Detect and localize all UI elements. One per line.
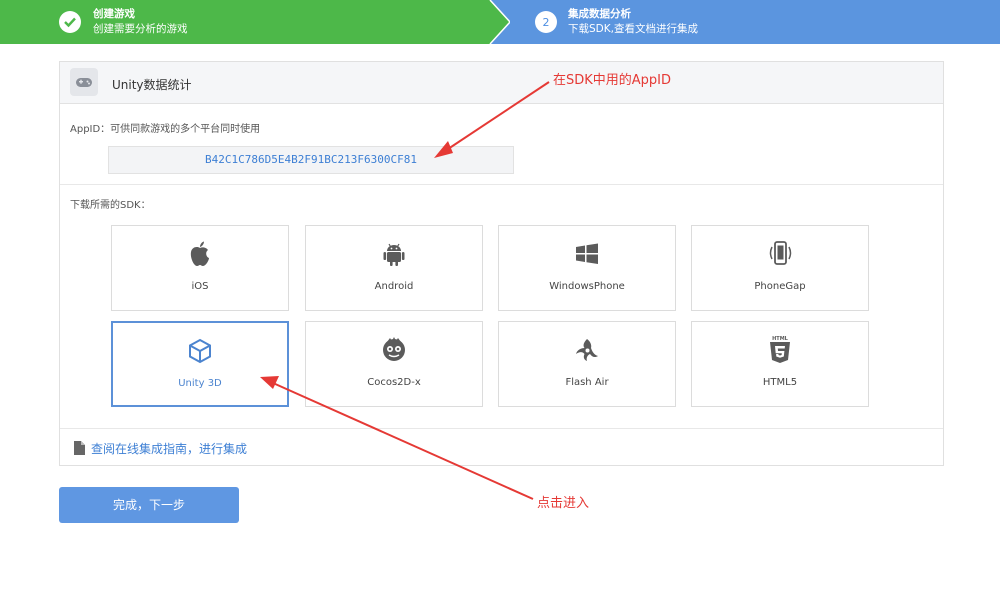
android-icon — [306, 238, 482, 270]
sdk-tile-label: Cocos2D-x — [367, 377, 421, 388]
document-icon — [74, 440, 85, 459]
appid-label: AppID：可供同款游戏的多个平台同时使用 — [70, 124, 261, 135]
step-1-text: 创建游戏 创建需要分析的游戏 — [93, 7, 188, 37]
sdk-tile-html5[interactable]: HTML HTML5 — [691, 321, 869, 407]
phonegap-icon — [692, 238, 868, 270]
sdk-tile-cocos2dx[interactable]: Cocos2D-x — [305, 321, 483, 407]
sdk-tile-phonegap[interactable]: PhoneGap — [691, 225, 869, 311]
windows-icon — [499, 238, 675, 270]
click-annotation: 点击进入 — [537, 496, 590, 511]
card-header: Unity数据统计 — [60, 62, 943, 104]
sdk-tile-unity3d[interactable]: Unity 3D — [111, 321, 289, 407]
sdk-tile-android[interactable]: Android — [305, 225, 483, 311]
step-1-subtitle: 创建需要分析的游戏 — [93, 23, 188, 35]
unity-icon — [113, 335, 287, 367]
step-complete-check-icon — [59, 11, 81, 33]
sdk-tile-windowsphone[interactable]: WindowsPhone — [498, 225, 676, 311]
apple-icon — [112, 238, 288, 270]
cocos-icon — [306, 334, 482, 366]
html5-icon: HTML — [692, 334, 868, 366]
appid-annotation: 在SDK中用的AppID — [553, 73, 672, 88]
step-2-title: 集成数据分析 — [568, 8, 631, 20]
sdk-tile-ios[interactable]: iOS — [111, 225, 289, 311]
card-title: Unity数据统计 — [112, 78, 192, 92]
step-2-subtitle: 下载SDK,查看文档进行集成 — [568, 23, 698, 35]
sdk-tile-label: WindowsPhone — [549, 281, 625, 292]
step-1-title: 创建游戏 — [93, 8, 135, 20]
step-2-number-icon: 2 — [535, 11, 557, 33]
divider — [60, 428, 943, 429]
sdk-integration-card: Unity数据统计 AppID：可供同款游戏的多个平台同时使用 B42C1C78… — [59, 61, 944, 466]
svg-text:HTML: HTML — [772, 336, 789, 342]
sdk-tile-label: PhoneGap — [754, 281, 806, 292]
step-2-text: 集成数据分析 下载SDK,查看文档进行集成 — [568, 7, 698, 37]
sdk-tile-flashair[interactable]: Flash Air — [498, 321, 676, 407]
sdk-tile-label: HTML5 — [762, 377, 798, 388]
sdk-tile-label: iOS — [191, 281, 209, 292]
flash-air-icon — [499, 334, 675, 366]
finish-next-button[interactable]: 完成，下一步 — [59, 487, 239, 523]
sdk-download-label: 下载所需的SDK： — [70, 200, 151, 211]
gamepad-icon — [70, 68, 98, 96]
appid-value-field[interactable]: B42C1C786D5E4B2F91BC213F6300CF81 — [108, 146, 514, 174]
sdk-tile-label: Flash Air — [565, 377, 609, 388]
sdk-tile-label: Unity 3D — [178, 378, 222, 389]
integration-guide-link[interactable]: 查阅在线集成指南，进行集成 — [91, 440, 247, 457]
wizard-step-bar: 创建游戏 创建需要分析的游戏 2 集成数据分析 下载SDK,查看文档进行集成 — [0, 0, 1000, 44]
sdk-tile-label: Android — [374, 281, 414, 292]
divider — [60, 184, 943, 185]
